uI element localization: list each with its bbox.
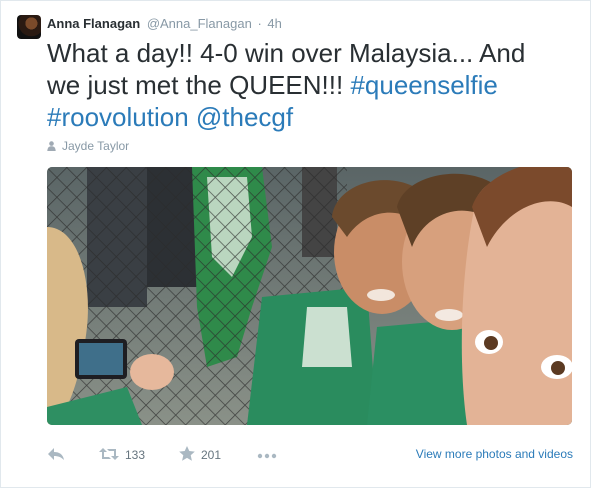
header-separator: ·: [257, 16, 262, 31]
reply-icon: [47, 447, 65, 464]
tweet-text: What a day!! 4-0 win over Malaysia... An…: [47, 37, 577, 133]
tweet-actions: 133 201 View more photos and videos: [47, 444, 573, 466]
person-icon: [47, 140, 56, 154]
tweet-photo[interactable]: [47, 167, 572, 425]
author-username[interactable]: @Anna_Flanagan: [147, 16, 252, 31]
selfie-photo-illustration: [47, 167, 572, 425]
tweet-header: Anna Flanagan @Anna_Flanagan · 4h: [47, 15, 282, 32]
tweet-text-line1: What a day!! 4-0 win over Malaysia... An…: [47, 38, 526, 68]
mention-thecgf[interactable]: @thecgf: [196, 102, 293, 132]
tagged-person-name: Jayde Taylor: [62, 139, 130, 153]
tweet-text-line2: we just met the QUEEN!!!: [47, 70, 351, 100]
more-button[interactable]: [257, 444, 277, 466]
more-icon: [257, 448, 277, 462]
retweet-icon: [99, 447, 119, 464]
hashtag-roovolution[interactable]: #roovolution: [47, 102, 189, 132]
hashtag-queenselfie[interactable]: #queenselfie: [350, 70, 497, 100]
favorite-button[interactable]: 201: [179, 444, 221, 466]
reply-button[interactable]: [47, 444, 65, 466]
author-avatar[interactable]: [17, 15, 41, 39]
tweet-timestamp[interactable]: 4h: [267, 16, 281, 31]
retweet-count: 133: [125, 448, 146, 462]
favorite-count: 201: [201, 448, 222, 462]
tagged-person[interactable]: Jayde Taylor: [47, 139, 129, 154]
view-more-photos-link[interactable]: View more photos and videos: [416, 447, 573, 461]
retweet-button[interactable]: 133: [99, 444, 145, 466]
star-icon: [179, 446, 195, 464]
author-full-name[interactable]: Anna Flanagan: [47, 16, 140, 31]
